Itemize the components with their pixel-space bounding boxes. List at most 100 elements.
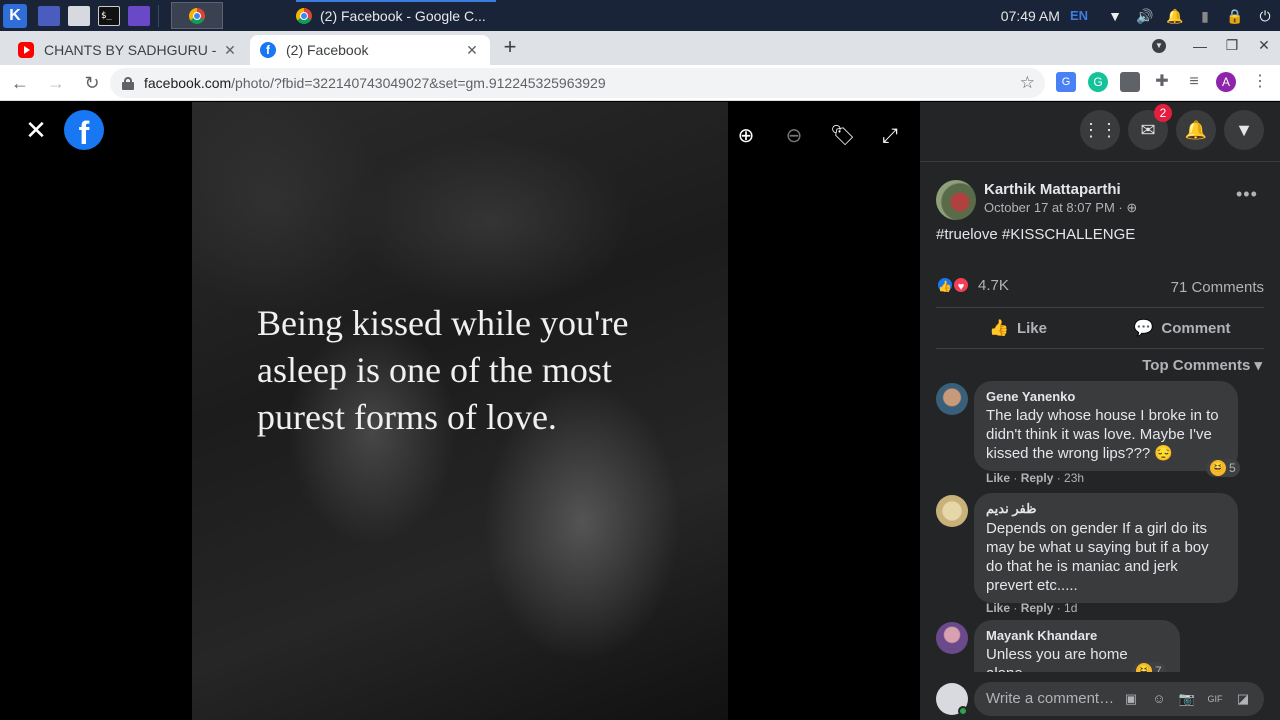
battery-icon[interactable]: ▮ (1196, 7, 1214, 25)
notifications-icon[interactable]: 🔔 (1176, 110, 1216, 150)
maximize-icon[interactable]: ❐ (1216, 37, 1248, 54)
like-button[interactable]: 👍 Like (936, 308, 1100, 348)
back-button[interactable]: ← (4, 67, 36, 99)
comment-reactions[interactable]: 😆 7 (1132, 662, 1166, 672)
thumbs-up-icon: 👍 (989, 320, 1009, 337)
close-viewer-icon[interactable]: ✕ (24, 117, 48, 143)
comment-time[interactable]: 1d (1064, 601, 1077, 615)
quote-line: purest forms of love. (257, 397, 557, 437)
minimize-icon[interactable]: — (1184, 38, 1216, 54)
photo-image[interactable]: Being kissed while you're asleep is one … (192, 102, 728, 720)
facebook-icon: f (260, 42, 276, 58)
reaction-summary[interactable]: 👍 ♥ 4.7K (936, 276, 1009, 294)
quote-line: Being kissed while you're (257, 303, 629, 343)
tag-icon[interactable]: 🏷 (830, 124, 855, 148)
account-menu-icon[interactable]: ▼ (1224, 110, 1264, 150)
commenter-avatar[interactable] (936, 622, 968, 654)
commenter-avatar[interactable] (936, 383, 968, 415)
zoom-out-icon[interactable]: ⊖ (782, 124, 806, 148)
tab-search-icon[interactable]: ▼ (1152, 38, 1166, 53)
comment-input[interactable]: Write a comment… ▣ ☺ 📷 GIF ◪ (974, 682, 1264, 716)
avatar-sticker-icon[interactable]: ▣ (1120, 682, 1142, 716)
camera-icon[interactable]: 📷 (1176, 682, 1198, 716)
wifi-icon[interactable]: ▼ (1106, 7, 1124, 25)
tab-close-icon[interactable]: ✕ (464, 42, 480, 59)
grammarly-icon[interactable]: G (1088, 72, 1108, 92)
commenter-avatar[interactable] (936, 495, 968, 527)
close-window-icon[interactable]: ✕ (1248, 37, 1280, 54)
comment-reactions[interactable]: 😆 5 (1206, 459, 1240, 477)
messenger-badge: 2 (1154, 104, 1172, 122)
youtube-icon (18, 42, 34, 58)
comment-item: ظفر نديم Depends on gender If a girl do … (936, 493, 1264, 615)
commenter-name[interactable]: ظفر نديم (986, 501, 1226, 517)
chrome-menu-icon[interactable]: ⋮ (1250, 72, 1270, 92)
post-options-icon[interactable]: ••• (1236, 184, 1258, 205)
write-comment-row: Write a comment… ▣ ☺ 📷 GIF ◪ (936, 682, 1264, 716)
tab-facebook[interactable]: f (2) Facebook ✕ (250, 35, 490, 65)
reading-list-icon[interactable]: ≡ (1184, 72, 1204, 92)
tab-youtube[interactable]: CHANTS BY SADHGURU - ✕ (8, 35, 248, 65)
profile-avatar[interactable]: A (1216, 72, 1236, 92)
chrome-icon (189, 7, 205, 24)
tab-title: CHANTS BY SADHGURU - (44, 42, 217, 58)
comment-reaction-count: 5 (1229, 461, 1236, 475)
new-tab-button[interactable]: + (500, 36, 520, 58)
love-reaction-icon: ♥ (952, 276, 970, 294)
extension-icon[interactable] (1120, 72, 1140, 92)
comment-bubble: Gene Yanenko The lady whose house I brok… (974, 381, 1238, 471)
active-window-button[interactable]: (2) Facebook - Google C... (296, 0, 496, 31)
commenter-name[interactable]: Gene Yanenko (986, 389, 1226, 404)
comment-button[interactable]: 💬 Comment (1100, 308, 1264, 348)
google-translate-icon[interactable]: G (1056, 72, 1076, 92)
comment-count[interactable]: 71 Comments (1171, 279, 1264, 296)
reaction-count: 4.7K (978, 276, 1009, 294)
window-controls: ▼ — ❐ ✕ (1152, 37, 1280, 54)
reload-button[interactable]: ↻ (76, 67, 108, 99)
menu-grid-icon[interactable]: ⋮⋮ (1080, 110, 1120, 150)
zoom-in-icon[interactable]: ⊕ (734, 124, 758, 148)
power-icon[interactable]: ⏻ (1256, 7, 1274, 25)
keyboard-layout[interactable]: EN (1070, 8, 1088, 23)
emoji-icon[interactable]: ☺ (1148, 682, 1170, 716)
author-avatar[interactable] (936, 180, 976, 220)
comment-actions: Like · Reply · 1d (986, 601, 1078, 615)
app-launcher-button[interactable]: K (0, 0, 30, 31)
bookmark-star-icon[interactable]: ☆ (1020, 73, 1035, 93)
comment-item: Mayank Khandare Unless you are home alon… (936, 620, 1264, 672)
lock-icon[interactable] (122, 77, 134, 90)
forward-button[interactable]: → (40, 67, 72, 99)
desktop-icon[interactable] (38, 5, 60, 26)
file-manager-icon[interactable] (68, 5, 90, 26)
puzzle-extensions-icon[interactable]: ✚ (1152, 72, 1172, 92)
screen-recorder-icon[interactable] (128, 5, 150, 26)
commenter-name[interactable]: Mayank Khandare (986, 628, 1168, 643)
lock-screen-icon[interactable]: 🔒 (1226, 7, 1244, 25)
comment-sort-dropdown[interactable]: Top Comments ▾ (1142, 356, 1262, 374)
post-author[interactable]: Karthik Mattaparthi (984, 181, 1121, 198)
address-bar[interactable]: facebook.com/photo/?fbid=322140743049027… (110, 68, 1045, 98)
tab-close-icon[interactable]: ✕ (222, 42, 238, 59)
chrome-taskbar-button[interactable] (171, 2, 223, 29)
comment-like-link[interactable]: Like (986, 601, 1010, 615)
url-host: facebook.com (144, 75, 232, 91)
facebook-logo-icon[interactable]: f (64, 110, 104, 150)
tab-title: (2) Facebook (286, 42, 369, 58)
post-timestamp[interactable]: October 17 at 8:07 PM (984, 200, 1115, 215)
comment-reply-link[interactable]: Reply (1021, 601, 1054, 615)
comment-sort-label: Top Comments (1142, 357, 1251, 374)
comment-time[interactable]: 23h (1064, 471, 1084, 485)
clock[interactable]: 07:49 AM (1001, 8, 1060, 24)
volume-icon[interactable]: 🔊 (1136, 7, 1154, 25)
caret-down-icon: ▾ (1254, 357, 1262, 374)
gif-icon[interactable]: GIF (1204, 682, 1226, 716)
notification-bell-icon[interactable]: 🔔 (1166, 7, 1184, 25)
comment-reply-link[interactable]: Reply (1021, 471, 1054, 485)
comment-text: The lady whose house I broke in to didn'… (986, 407, 1219, 462)
post-panel: ⋮⋮ ✉ 🔔 ▼ Karthik Mattaparthi October 17 … (920, 102, 1280, 720)
fullscreen-icon[interactable]: ⤢ (878, 124, 902, 148)
panel-header: ⋮⋮ ✉ 🔔 ▼ (920, 102, 1280, 162)
comment-like-link[interactable]: Like (986, 471, 1010, 485)
terminal-icon[interactable]: $_ (98, 5, 120, 26)
sticker-icon[interactable]: ◪ (1232, 682, 1254, 716)
